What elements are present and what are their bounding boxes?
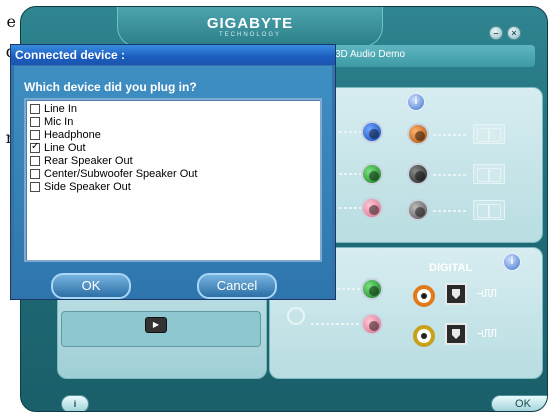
jack-pink-icon[interactable]	[361, 197, 383, 219]
dialog-question: Which device did you plug in?	[24, 80, 197, 94]
cable-lead	[339, 173, 361, 175]
info-icon[interactable]: i	[503, 253, 521, 271]
jack-green-icon[interactable]	[361, 163, 383, 185]
jack-black-icon[interactable]	[407, 163, 429, 185]
gigabyte-logo-subtitle: TECHNOLOGY	[218, 32, 281, 38]
play-button[interactable]: ▶	[145, 317, 167, 333]
signal-wave-icon: ⊣ЛЛ	[477, 327, 497, 340]
connected-device-dialog: Connected device : Which device did you …	[10, 44, 336, 300]
cable-lead	[337, 288, 361, 290]
jack-blue-icon[interactable]	[361, 121, 383, 143]
jack-gray-icon[interactable]	[407, 199, 429, 221]
cable-lead	[433, 134, 467, 136]
close-button[interactable]: ×	[507, 26, 521, 40]
optical-port-icon[interactable]	[445, 283, 467, 305]
checkbox[interactable]	[30, 169, 40, 179]
cable-lead	[433, 174, 467, 176]
microphone-icon	[287, 307, 305, 325]
checkbox[interactable]	[30, 117, 40, 127]
checkbox[interactable]	[30, 104, 40, 114]
digital-label: DIGITAL	[429, 262, 473, 274]
page-fragment-text: e	[6, 12, 16, 31]
option-label: Line In	[44, 103, 78, 115]
option-label: Side Speaker Out	[44, 181, 131, 193]
minimize-button[interactable]: –	[489, 26, 503, 40]
dialog-cancel-button[interactable]: Cancel	[197, 273, 277, 299]
logo-plate: GIGABYTE TECHNOLOGY	[117, 7, 383, 47]
tab-3d-audio-demo[interactable]: 3D Audio Demo	[335, 49, 405, 60]
screen: e d . n - GIGABYTE TECHNOLOGY – × 3D Aud…	[0, 0, 552, 412]
cable-lead	[339, 207, 361, 209]
device-option-list: Line In Mic In Headphone Line Out Rear S…	[24, 98, 322, 262]
jack-pink-icon[interactable]	[361, 313, 383, 335]
dialog-body: Which device did you plug in? Line In Mi…	[14, 66, 332, 298]
cable-lead	[311, 323, 361, 325]
speaker-icon	[473, 124, 505, 144]
signal-wave-icon: ⊣ЛЛ	[477, 287, 497, 300]
gigabyte-logo: GIGABYTE	[206, 15, 294, 32]
checkbox[interactable]	[30, 130, 40, 140]
cable-lead	[433, 210, 467, 212]
info-button[interactable]: i	[61, 395, 89, 411]
dialog-ok-button[interactable]: OK	[51, 273, 131, 299]
checkbox[interactable]	[30, 182, 40, 192]
jack-green-icon[interactable]	[361, 278, 383, 300]
speaker-icon	[473, 200, 505, 220]
checkbox-checked[interactable]	[30, 141, 40, 153]
speaker-icon	[473, 164, 505, 184]
optical-port-icon[interactable]	[445, 323, 467, 345]
jack-orange-icon[interactable]	[407, 123, 429, 145]
option-label: Mic In	[44, 116, 74, 128]
option-label: Center/Subwoofer Speaker Out	[44, 168, 198, 180]
cable-lead	[339, 131, 361, 133]
dialog-title: Connected device :	[11, 45, 335, 65]
spdif-coax-yellow-icon[interactable]	[413, 325, 435, 347]
info-icon[interactable]: i	[407, 93, 425, 111]
spdif-coax-orange-icon[interactable]	[413, 285, 435, 307]
option-label: Rear Speaker Out	[44, 155, 133, 167]
option-label: Line Out	[44, 142, 86, 154]
checkbox[interactable]	[30, 156, 40, 166]
option-label: Headphone	[44, 129, 101, 141]
ok-button[interactable]: OK	[491, 395, 547, 411]
